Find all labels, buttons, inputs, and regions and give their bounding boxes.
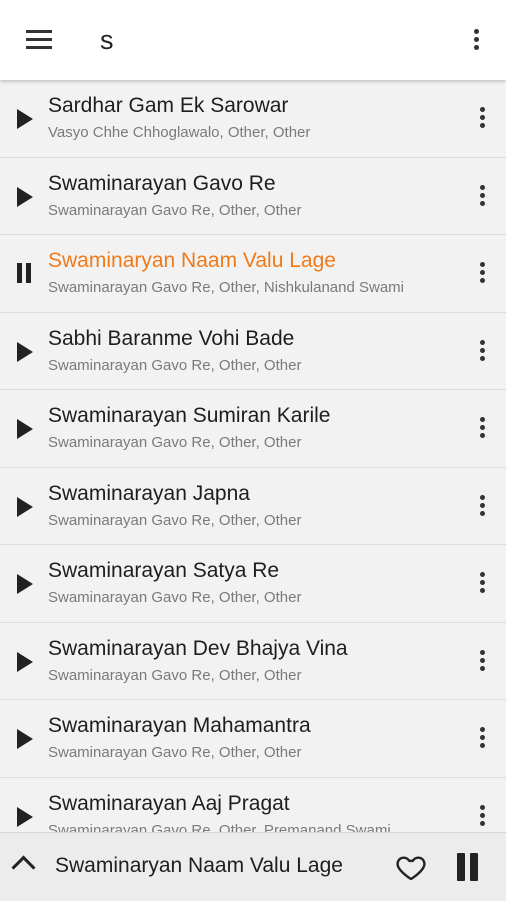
heart-icon[interactable] bbox=[393, 851, 429, 883]
more-vert-icon[interactable] bbox=[467, 255, 497, 291]
song-subtitle: Swaminarayan Gavo Re, Other, Other bbox=[48, 356, 302, 374]
song-row[interactable]: Swaminarayan Dev Bhajya Vina Swaminarayan… bbox=[0, 622, 506, 700]
more-vert-icon[interactable] bbox=[467, 100, 497, 136]
song-row[interactable]: Sabhi Baranme Vohi Bade Swaminarayan Gavo… bbox=[0, 312, 506, 390]
song-title: Sabhi Baranme Vohi Bade bbox=[48, 326, 295, 350]
play-icon[interactable] bbox=[17, 806, 33, 827]
song-row[interactable]: Swaminarayan Mahamantra Swaminarayan Gavo… bbox=[0, 700, 506, 778]
play-icon[interactable] bbox=[17, 341, 33, 362]
song-subtitle: Vasyo Chhe Chhoglawalo, Other, Other bbox=[48, 124, 311, 141]
song-title: Swaminarayan Satya Re bbox=[48, 559, 280, 582]
play-icon[interactable] bbox=[17, 419, 33, 439]
song-subtitle: Swaminarayan Gavo Re, Other, Other bbox=[48, 434, 302, 451]
chevron-up-icon[interactable] bbox=[11, 855, 36, 880]
app-bar: s bbox=[0, 0, 506, 80]
song-list: Sardhar Gam Ek Sarowar Vasyo Chhe Chhogla… bbox=[0, 80, 506, 832]
pause-icon[interactable] bbox=[16, 263, 34, 283]
play-icon[interactable] bbox=[17, 574, 33, 594]
song-row[interactable]: Swaminarayan Aaj Pragat Swaminarayan Gavo… bbox=[0, 777, 506, 833]
song-title: Swaminarayan Gavo Re bbox=[48, 171, 276, 195]
more-vert-icon[interactable] bbox=[467, 798, 497, 833]
song-title: Swaminaryan Naam Valu Lage bbox=[48, 249, 336, 272]
menu-icon[interactable] bbox=[22, 25, 56, 55]
play-icon[interactable] bbox=[17, 729, 33, 749]
song-title: Swaminarayan Dev Bhajya Vina bbox=[48, 636, 348, 660]
more-vert-icon[interactable] bbox=[467, 333, 497, 369]
song-title: Swaminarayan Mahamantra bbox=[48, 714, 311, 737]
song-subtitle: Swaminarayan Gavo Re, Other, Other bbox=[48, 201, 302, 219]
search-query[interactable]: s bbox=[100, 22, 114, 58]
song-title: Swaminarayan Aaj Pragat bbox=[48, 791, 290, 815]
song-title: Swaminarayan Japna bbox=[48, 481, 250, 505]
song-row[interactable]: Sardhar Gam Ek Sarowar Vasyo Chhe Chhogla… bbox=[0, 80, 506, 158]
song-row[interactable]: Swaminarayan Sumiran Karile Swaminarayan … bbox=[0, 390, 506, 468]
play-icon[interactable] bbox=[17, 651, 33, 672]
play-icon[interactable] bbox=[17, 109, 33, 129]
song-subtitle: Swaminarayan Gavo Re, Other, Nishkulanan… bbox=[48, 279, 405, 296]
play-icon[interactable] bbox=[17, 186, 33, 207]
song-subtitle: Swaminarayan Gavo Re, Other, Other bbox=[48, 511, 302, 529]
song-row[interactable]: Swaminarayan Gavo Re Swaminarayan Gavo Re… bbox=[0, 157, 506, 235]
more-vert-icon[interactable] bbox=[467, 488, 497, 524]
now-playing-bar[interactable]: Swaminaryan Naam Valu Lage bbox=[0, 832, 506, 901]
more-vert-icon[interactable] bbox=[467, 178, 497, 214]
overflow-menu-icon[interactable] bbox=[461, 22, 491, 58]
more-vert-icon[interactable] bbox=[467, 410, 497, 446]
play-icon[interactable] bbox=[17, 496, 33, 517]
pause-icon[interactable] bbox=[455, 853, 481, 881]
song-subtitle: Swaminarayan Gavo Re, Other, Other bbox=[48, 744, 302, 761]
song-subtitle: Swaminarayan Gavo Re, Other, Other bbox=[48, 589, 302, 606]
song-title: Sardhar Gam Ek Sarowar bbox=[48, 94, 289, 117]
song-subtitle: Swaminarayan Gavo Re, Other, Other bbox=[48, 666, 302, 684]
more-vert-icon[interactable] bbox=[467, 720, 497, 756]
more-vert-icon[interactable] bbox=[467, 643, 497, 679]
song-title: Swaminarayan Sumiran Karile bbox=[48, 404, 331, 427]
now-playing-title: Swaminaryan Naam Valu Lage bbox=[55, 854, 343, 877]
song-subtitle: Swaminarayan Gavo Re, Other, Premanand S… bbox=[48, 821, 391, 833]
song-row[interactable]: Swaminaryan Naam Valu Lage Swaminarayan G… bbox=[0, 235, 506, 313]
more-vert-icon[interactable] bbox=[467, 565, 497, 601]
song-row[interactable]: Swaminarayan Japna Swaminarayan Gavo Re, … bbox=[0, 467, 506, 545]
song-row[interactable]: Swaminarayan Satya Re Swaminarayan Gavo R… bbox=[0, 545, 506, 623]
